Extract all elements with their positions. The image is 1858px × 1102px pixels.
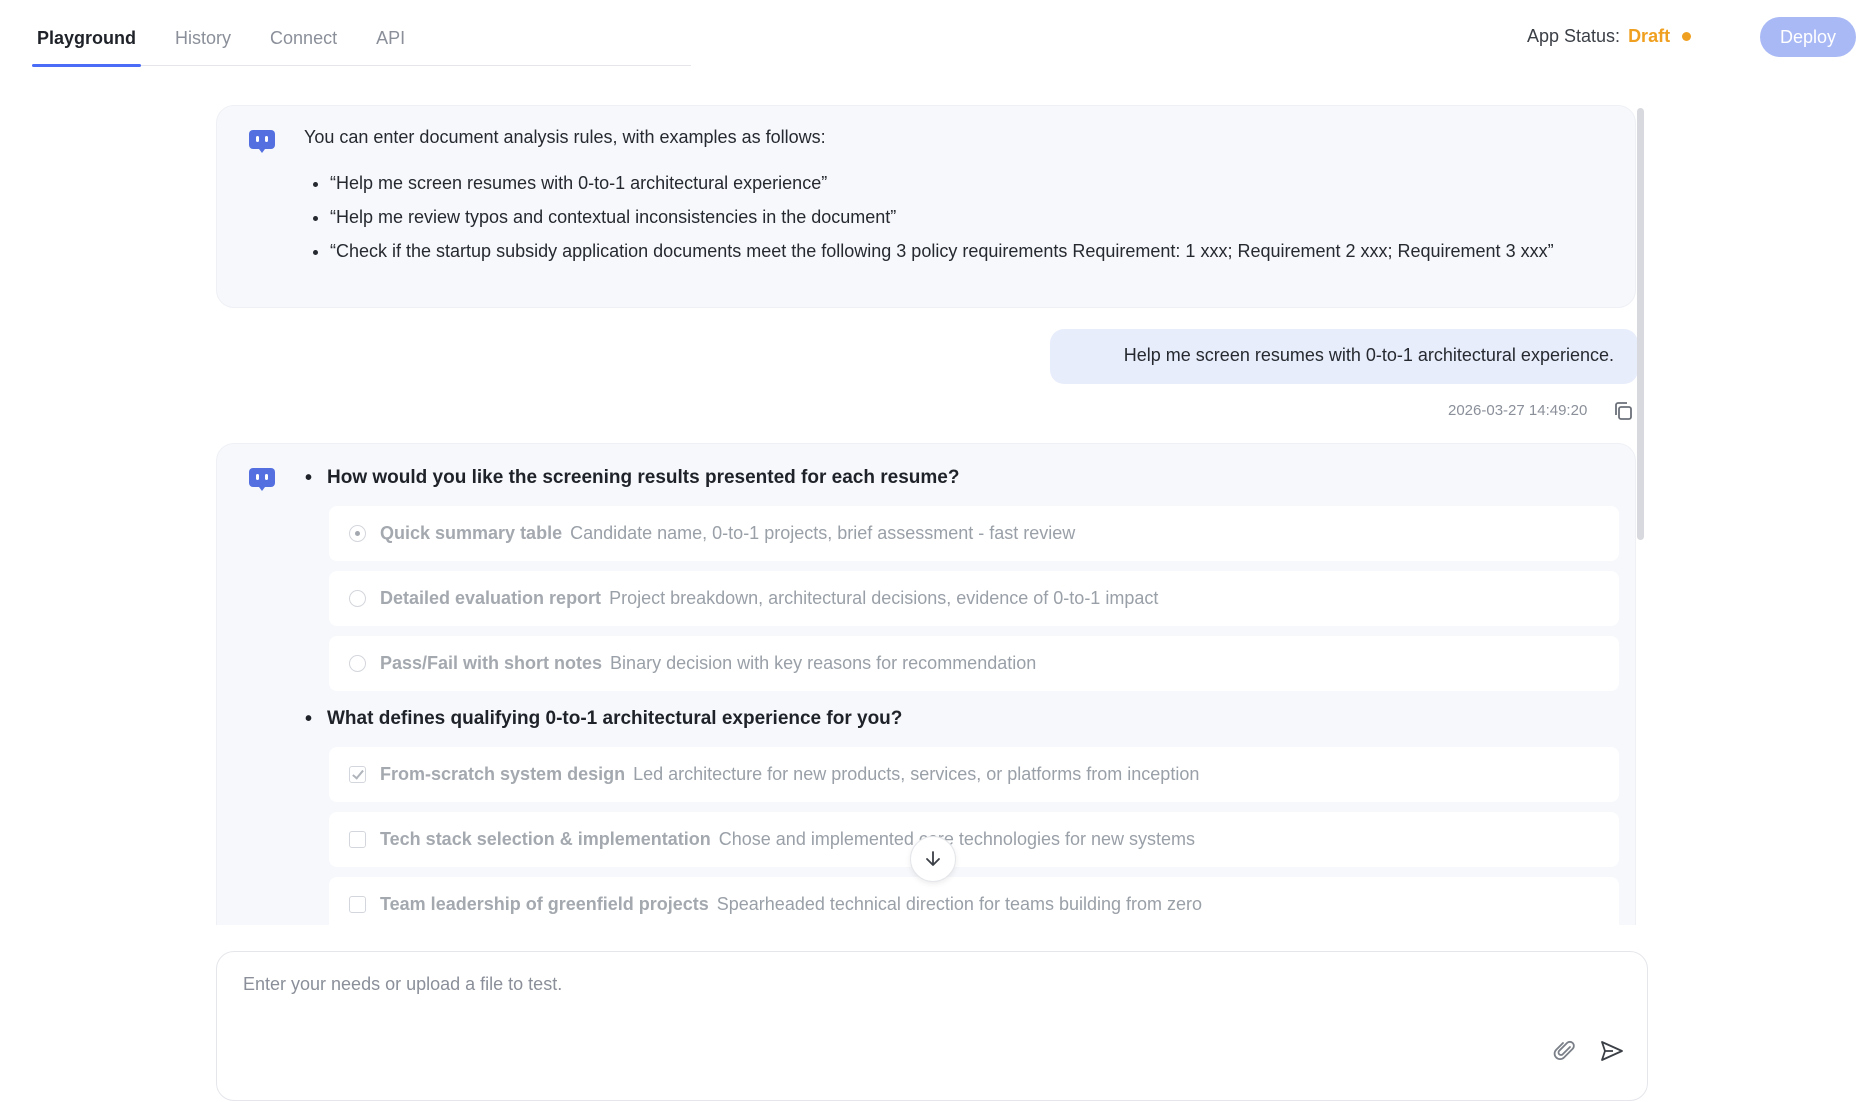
- question-title: How would you like the screening results…: [303, 460, 1603, 496]
- radio-option[interactable]: Quick summary table Candidate name, 0-to…: [329, 506, 1619, 561]
- tab-history[interactable]: History: [170, 22, 236, 66]
- option-description: Binary decision with key reasons for rec…: [610, 653, 1037, 673]
- radio-option[interactable]: Detailed evaluation report Project break…: [329, 571, 1619, 626]
- option-group: Quick summary table Candidate name, 0-to…: [303, 506, 1619, 691]
- bot-avatar-icon: [249, 468, 275, 491]
- checkbox-option[interactable]: From-scratch system design Led architect…: [329, 747, 1619, 802]
- status-dot-icon: [1682, 32, 1692, 41]
- tab-connect[interactable]: Connect: [265, 22, 342, 66]
- example-item: “Help me screen resumes with 0-to-1 arch…: [330, 170, 1604, 196]
- bot-message-intro: You can enter document analysis rules, w…: [216, 105, 1636, 308]
- option-title: Team leadership of greenfield projects: [380, 894, 709, 914]
- checkbox[interactable]: [349, 896, 366, 913]
- radio-button[interactable]: [349, 590, 366, 607]
- example-item: “Check if the startup subsidy applicatio…: [330, 238, 1604, 264]
- chat-area[interactable]: You can enter document analysis rules, w…: [216, 105, 1648, 925]
- checkbox[interactable]: [349, 831, 366, 848]
- message-timestamp: 2026-03-27 14:49:20: [1448, 402, 1588, 419]
- app-status: App Status: Draft: [1527, 26, 1692, 47]
- bot-avatar-icon: [249, 130, 275, 153]
- option-description: Led architecture for new products, servi…: [633, 764, 1200, 784]
- option-title: From-scratch system design: [380, 764, 626, 784]
- intro-text: You can enter document analysis rules, w…: [304, 127, 826, 147]
- radio-button[interactable]: [349, 655, 366, 672]
- deploy-button[interactable]: Deploy: [1760, 17, 1856, 57]
- checkbox[interactable]: [349, 766, 366, 783]
- app-status-value: Draft: [1628, 26, 1671, 46]
- intro-content: You can enter document analysis rules, w…: [304, 127, 1604, 272]
- copy-icon[interactable]: [1612, 400, 1634, 422]
- option-title: Tech stack selection & implementation: [380, 829, 711, 849]
- tab-api[interactable]: API: [371, 22, 410, 66]
- message-composer: [216, 951, 1648, 1101]
- message-input[interactable]: [243, 974, 1603, 1034]
- scroll-to-bottom-button[interactable]: [910, 836, 956, 882]
- arrow-down-icon: [926, 851, 940, 866]
- option-description: Project breakdown, architectural decisio…: [609, 588, 1159, 608]
- radio-option[interactable]: Pass/Fail with short notes Binary decisi…: [329, 636, 1619, 691]
- option-group: From-scratch system design Led architect…: [303, 747, 1619, 925]
- option-title: Detailed evaluation report: [380, 588, 602, 608]
- app-status-label: App Status:: [1527, 26, 1621, 46]
- option-title: Quick summary table: [380, 523, 563, 543]
- top-bar: Playground History Connect API App Statu…: [0, 0, 1858, 80]
- send-icon[interactable]: [1599, 1038, 1625, 1064]
- tab-playground[interactable]: Playground: [32, 22, 142, 67]
- question-title: What defines qualifying 0-to-1 architect…: [303, 701, 1603, 737]
- user-message: Help me screen resumes with 0-to-1 archi…: [1050, 329, 1638, 384]
- paperclip-icon[interactable]: [1552, 1038, 1578, 1064]
- example-list: “Help me screen resumes with 0-to-1 arch…: [304, 170, 1604, 264]
- option-description: Candidate name, 0-to-1 projects, brief a…: [570, 523, 1076, 543]
- checkbox-option[interactable]: Tech stack selection & implementation Ch…: [329, 812, 1619, 867]
- option-description: Chose and implemented core technologies …: [718, 829, 1196, 849]
- option-description: Spearheaded technical direction for team…: [716, 894, 1203, 914]
- option-title: Pass/Fail with short notes: [380, 653, 603, 673]
- example-item: “Help me review typos and contextual inc…: [330, 204, 1604, 230]
- checkbox-option[interactable]: Team leadership of greenfield projects S…: [329, 877, 1619, 925]
- chat-scrollbar[interactable]: [1637, 108, 1644, 540]
- radio-button[interactable]: [349, 525, 366, 542]
- tab-bar: Playground History Connect API: [32, 22, 691, 67]
